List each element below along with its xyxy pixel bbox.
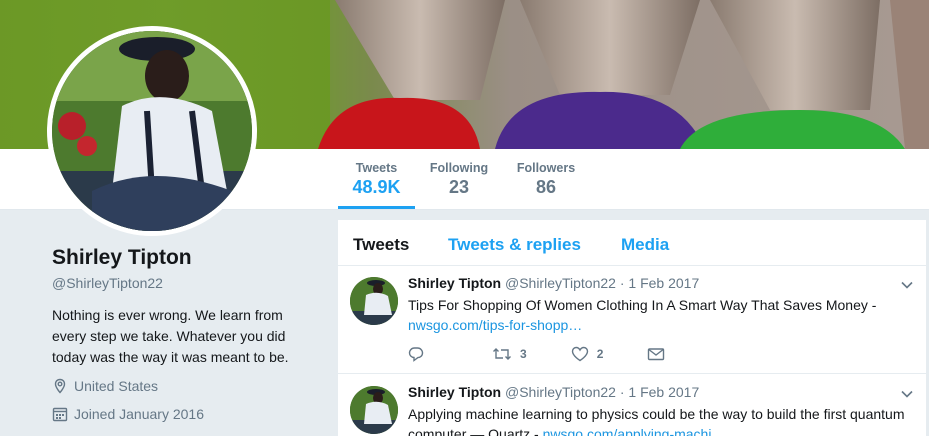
tweet-avatar-photo	[350, 386, 398, 434]
profile-handle[interactable]: @ShirleyTipton22	[52, 275, 163, 291]
stat-following-value: 23	[448, 177, 470, 197]
tab-tweets-replies[interactable]: Tweets & replies	[448, 235, 581, 255]
stat-following[interactable]: Following 23	[423, 161, 495, 198]
tweet-avatar[interactable]	[350, 386, 398, 434]
stat-tweets[interactable]: Tweets 48.9K	[338, 161, 415, 209]
tweet-date[interactable]: · 1 Feb 2017	[620, 384, 699, 400]
tweet-link[interactable]: nwsgo.com/tips-for-shopp…	[408, 317, 582, 333]
reply-icon	[408, 347, 424, 362]
tweet-author-name[interactable]: Shirley Tipton	[408, 384, 501, 400]
tweet-avatar-photo	[350, 277, 398, 325]
profile-joined: Joined January 2016	[52, 406, 204, 422]
joined-text: Joined January 2016	[74, 406, 204, 422]
location-icon	[54, 378, 66, 394]
stat-tweets-label: Tweets	[355, 161, 398, 175]
retweet-icon	[493, 348, 511, 360]
stat-following-label: Following	[429, 161, 489, 175]
retweet-button[interactable]: 3	[492, 346, 527, 362]
tweet-actions: 3 2	[408, 346, 707, 362]
tweet-date[interactable]: · 1 Feb 2017	[620, 275, 699, 291]
tweet-author-handle[interactable]: @ShirleyTipton22	[505, 275, 616, 291]
retweet-count: 3	[520, 347, 527, 361]
tab-tweets[interactable]: Tweets	[353, 235, 409, 255]
tweet-item[interactable]: Shirley Tipton @ShirleyTipton22 · 1 Feb …	[338, 266, 926, 374]
tab-media[interactable]: Media	[621, 235, 669, 255]
calendar-icon	[52, 407, 68, 422]
avatar-photo	[52, 31, 252, 231]
chevron-down-icon[interactable]	[900, 387, 914, 401]
tweet-avatar[interactable]	[350, 277, 398, 325]
tweet-author-handle[interactable]: @ShirleyTipton22	[505, 384, 616, 400]
profile-avatar[interactable]	[47, 26, 257, 236]
stat-followers-value: 86	[535, 177, 557, 197]
like-button[interactable]: 2	[571, 346, 604, 362]
stat-tweets-value: 48.9K	[352, 177, 401, 197]
tweet-header: Shirley Tipton @ShirleyTipton22 · 1 Feb …	[408, 275, 699, 291]
reply-button[interactable]	[408, 346, 432, 362]
like-icon	[571, 346, 588, 362]
tweet-body: Tips For Shopping Of Women Clothing In A…	[408, 297, 877, 313]
tweet-item[interactable]: Shirley Tipton @ShirleyTipton22 · 1 Feb …	[338, 375, 926, 436]
like-count: 2	[596, 347, 604, 361]
location-text: United States	[74, 378, 159, 394]
message-icon	[648, 348, 665, 361]
tweet-author-name[interactable]: Shirley Tipton	[408, 275, 501, 291]
tweet-header: Shirley Tipton @ShirleyTipton22 · 1 Feb …	[408, 384, 699, 400]
message-button[interactable]	[647, 346, 673, 362]
profile-location: United States	[52, 378, 158, 394]
stat-followers-label: Followers	[516, 161, 576, 175]
timeline: Tweets Tweets & replies Media Shirley Ti…	[338, 220, 926, 436]
tweet-text: Tips For Shopping Of Women Clothing In A…	[408, 295, 918, 335]
chevron-down-icon[interactable]	[900, 278, 914, 292]
stat-followers[interactable]: Followers 86	[510, 161, 582, 198]
profile-name[interactable]: Shirley Tipton	[52, 246, 192, 270]
tweet-link[interactable]: nwsgo.com/applying-machi…	[543, 426, 726, 436]
tweet-text: Applying machine learning to physics cou…	[408, 404, 918, 436]
profile-bio: Nothing is ever wrong. We learn from eve…	[52, 307, 289, 365]
timeline-tabs: Tweets Tweets & replies Media	[338, 220, 926, 266]
